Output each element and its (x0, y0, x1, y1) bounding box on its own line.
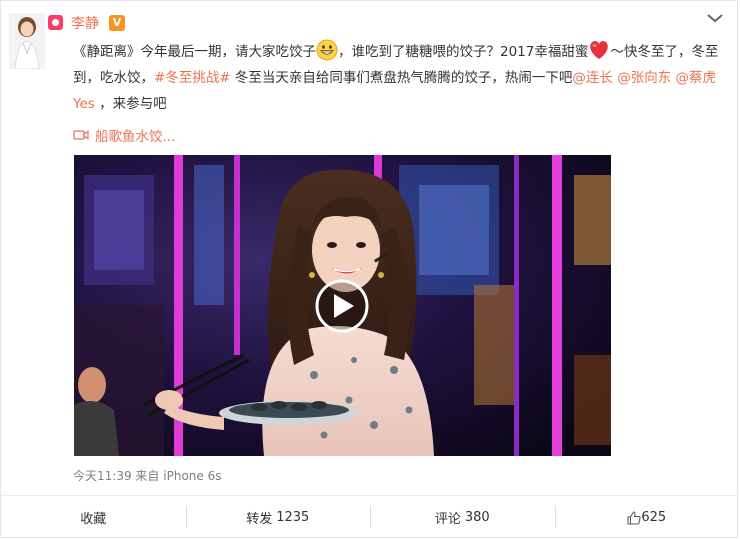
comment-button[interactable]: 评论 380 (370, 496, 555, 539)
chevron-down-icon[interactable] (704, 9, 726, 27)
comment-count: 380 (464, 510, 490, 525)
post-text-segment: 《静距离》今年最后一期，请大家吃饺子 (73, 44, 316, 60)
like-count: 625 (641, 510, 667, 525)
video-camera-icon (73, 130, 89, 140)
repost-label: 转发 (246, 512, 273, 527)
username-link[interactable]: 李静 (71, 13, 99, 33)
action-bar: 收藏 转发 1235 评论 380 625 (1, 495, 739, 539)
post-meta: 今天11:39 来自 iPhone 6s (73, 467, 221, 484)
repost-button[interactable]: 转发 1235 (185, 496, 371, 539)
collect-button[interactable]: 收藏 (1, 496, 186, 539)
video-thumbnail (74, 155, 611, 456)
post-source[interactable]: iPhone 6s (163, 469, 221, 483)
mention-link[interactable]: @连长 (572, 70, 613, 86)
video-link-label: 船歌鱼水饺... (95, 129, 176, 145)
like-button[interactable]: 625 (554, 496, 740, 539)
collect-label: 收藏 (80, 512, 107, 527)
post-time[interactable]: 今天11:39 (73, 469, 132, 483)
post-text-segment: ，谁吃到了糖糖喂的饺子？2017幸福甜蜜 (338, 44, 589, 60)
username-row: 李静 V (71, 11, 125, 35)
comment-label: 评论 (434, 512, 461, 527)
video-link[interactable]: 船歌鱼水饺... (73, 125, 175, 145)
video-player[interactable] (74, 155, 611, 456)
post-text-segment: 冬至当天亲自给同事们煮盘热气腾腾的饺子，热闹一下吧 (230, 70, 573, 86)
avatar[interactable] (9, 13, 45, 69)
heart-emoji-icon (590, 41, 609, 59)
vip-icon[interactable]: V (109, 15, 125, 31)
repost-count: 1235 (276, 510, 310, 525)
topic-link[interactable]: #冬至挑战# (154, 70, 231, 86)
weibo-post-card: 李静 V 《静距离》今年最后一期，请大家吃饺子 ，谁吃到了糖糖喂的饺子？2017幸… (0, 0, 739, 539)
grin-emoji-icon (316, 39, 338, 61)
weibo-app-icon (48, 15, 63, 30)
post-text-segment: ，来参与吧 (94, 96, 167, 112)
mention-link[interactable]: @张向东 (617, 70, 671, 86)
post-text: 《静距离》今年最后一期，请大家吃饺子 ，谁吃到了糖糖喂的饺子？2017幸福甜蜜 ～快… (73, 39, 721, 117)
thumbs-up-icon (627, 510, 641, 524)
from-label: 来自 (135, 469, 160, 483)
